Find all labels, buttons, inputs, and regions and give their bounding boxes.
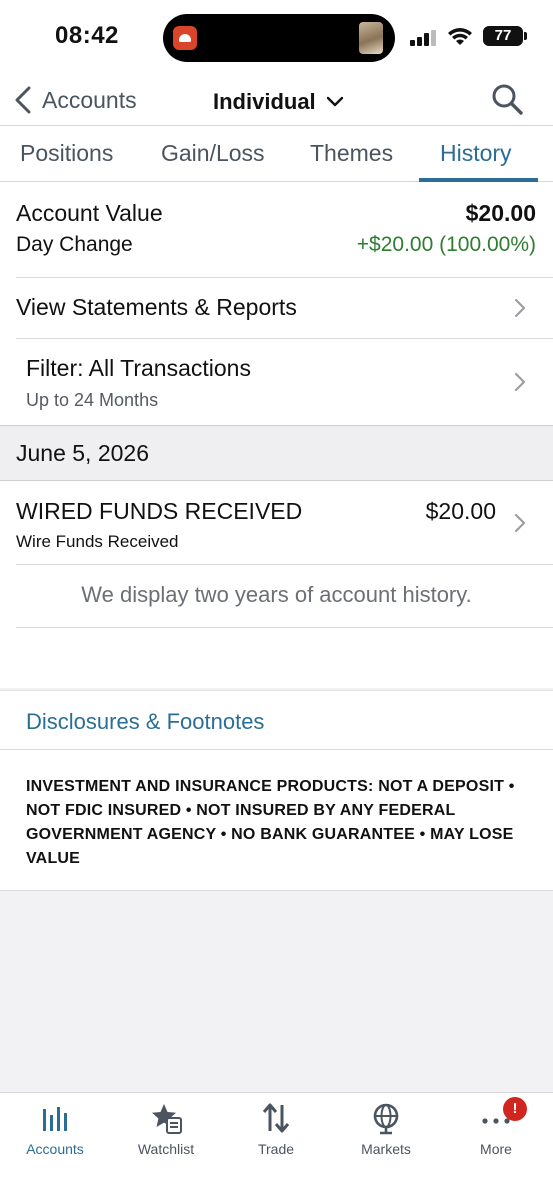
search-icon[interactable] (490, 82, 524, 116)
photo-thumbnail-icon (359, 22, 383, 54)
chevron-right-icon (514, 513, 526, 533)
trade-arrows-icon (262, 1103, 290, 1133)
chevron-right-icon (514, 298, 526, 318)
back-button[interactable]: Accounts (14, 80, 137, 120)
account-value-label: Account Value (16, 200, 163, 226)
account-value: $20.00 (465, 200, 536, 226)
tab-history[interactable]: History (440, 140, 512, 167)
nav-bar: Accounts Individual (0, 76, 553, 126)
divider (16, 627, 553, 628)
status-time: 08:42 (55, 22, 119, 49)
notification-badge: ! (503, 1097, 527, 1121)
history-note: We display two years of account history. (81, 582, 472, 607)
disclosure-text: INVESTMENT AND INSURANCE PRODUCTS: NOT A… (26, 778, 515, 867)
tabbar-label: Markets (361, 1141, 411, 1157)
chevron-down-icon (326, 96, 343, 107)
chevron-right-icon (514, 372, 526, 392)
history-panel: Account Value $20.00 Day Change +$20.00 … (0, 182, 553, 688)
disclosures-link[interactable]: Disclosures & Footnotes (26, 709, 264, 735)
markets-globe-icon (373, 1103, 399, 1135)
bottom-tab-bar: Accounts Watchlist Trade Markets ! More (0, 1092, 553, 1200)
date-section-header: June 5, 2026 (0, 425, 553, 481)
account-selector[interactable]: Individual (213, 82, 344, 122)
tabbar-more[interactable]: ! More (441, 1097, 551, 1161)
tabbar-accounts[interactable]: Accounts (0, 1101, 110, 1161)
back-label: Accounts (42, 86, 137, 113)
divider (0, 749, 553, 750)
filter-sub: Up to 24 Months (26, 390, 159, 410)
view-statements-row[interactable]: View Statements & Reports (0, 278, 553, 338)
transaction-date: June 5, 2026 (16, 440, 150, 466)
account-summary: Account Value $20.00 Day Change +$20.00 … (0, 182, 553, 277)
section-tabs: Positions Gain/Loss Themes History (0, 126, 553, 182)
day-change-value: +$20.00 (100.00%) (356, 233, 536, 256)
accounts-bars-icon (43, 1107, 67, 1131)
day-change-label: Day Change (16, 233, 133, 256)
app-notification-icon (173, 26, 197, 50)
divider (0, 890, 553, 891)
tabbar-watchlist[interactable]: Watchlist (111, 1101, 221, 1161)
tabbar-label: More (480, 1141, 512, 1157)
tab-positions[interactable]: Positions (20, 140, 113, 167)
filter-row[interactable]: Filter: All Transactions Up to 24 Months (0, 339, 553, 425)
account-name: Individual (213, 89, 316, 114)
tabbar-label: Accounts (26, 1141, 84, 1157)
transaction-amount: $20.00 (425, 498, 496, 524)
tabbar-label: Trade (257, 1141, 295, 1157)
battery-level: 77 (494, 27, 512, 44)
chevron-left-icon (15, 86, 31, 114)
status-bar: 08:42 77 (0, 0, 553, 76)
tabbar-label: Watchlist (137, 1141, 195, 1157)
disclosures-section: Disclosures & Footnotes INVESTMENT AND I… (0, 690, 553, 891)
tab-gain-loss[interactable]: Gain/Loss (161, 140, 265, 167)
dynamic-island (163, 14, 395, 62)
tabbar-markets[interactable]: Markets (331, 1101, 441, 1161)
battery-icon: 77 (483, 26, 527, 46)
filter-label: Filter: All Transactions (26, 355, 251, 381)
view-statements-label: View Statements & Reports (16, 294, 297, 320)
wifi-icon (448, 28, 472, 45)
cellular-signal-icon (410, 30, 436, 46)
transaction-sub: Wire Funds Received (16, 532, 179, 551)
tab-themes[interactable]: Themes (310, 140, 393, 167)
watchlist-star-icon (152, 1104, 182, 1134)
transaction-title: WIRED FUNDS RECEIVED (16, 498, 303, 524)
tabbar-trade[interactable]: Trade (221, 1101, 331, 1161)
divider (16, 564, 553, 565)
